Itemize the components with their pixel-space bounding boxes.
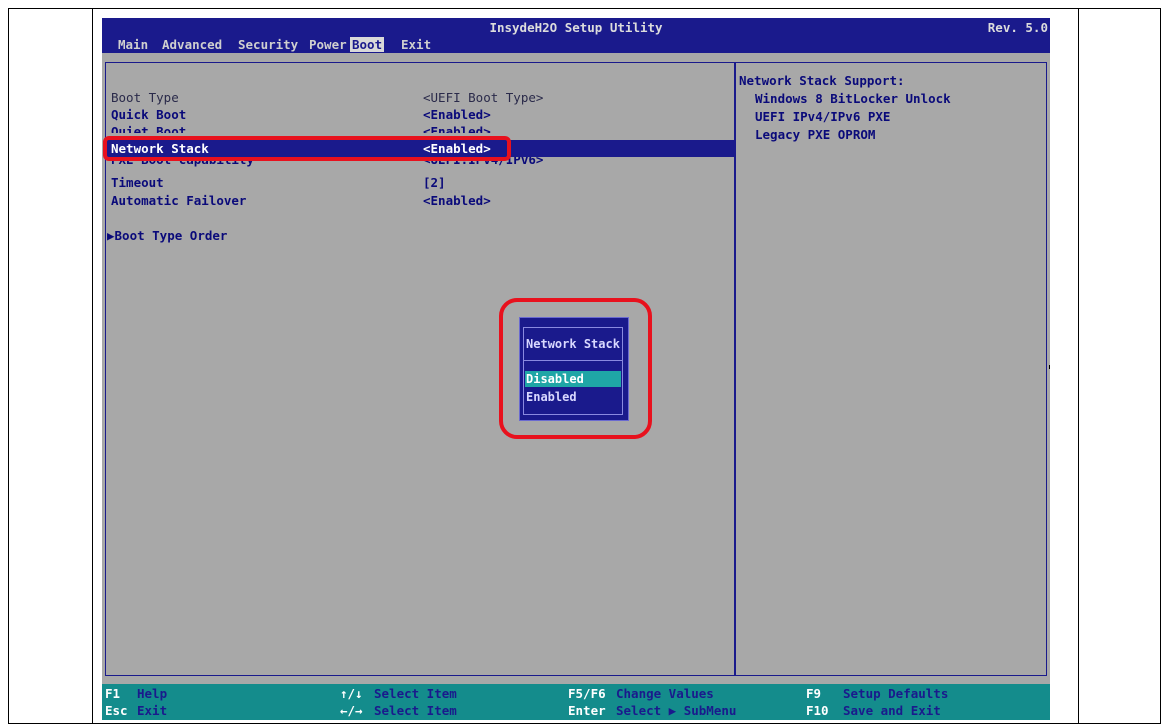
menu-bar: Main Advanced Security Power Boot Exit <box>102 36 1050 53</box>
menu-main[interactable]: Main <box>116 37 150 52</box>
submenu-arrow-icon: ▶ <box>107 228 115 243</box>
menu-power[interactable]: Power <box>307 37 349 52</box>
key-esc-desc: Exit <box>137 703 168 718</box>
key-enter: Enter <box>568 703 606 718</box>
help-line: Legacy PXE OPROM <box>755 127 876 142</box>
key-esc: Esc <box>105 703 128 718</box>
help-title: Network Stack Support: <box>739 73 905 88</box>
key-f1-desc: Help <box>137 686 168 701</box>
frame-divider-right <box>1078 8 1079 724</box>
submenu-boot-type-order[interactable]: ▶Boot Type Order <box>106 227 734 244</box>
menu-boot[interactable]: Boot <box>350 37 385 52</box>
menu-advanced[interactable]: Advanced <box>160 37 224 52</box>
revision-label: Rev. 5.0 <box>987 20 1048 35</box>
help-line: UEFI IPv4/IPv6 PXE <box>755 109 891 124</box>
key-f1: F1 <box>105 686 121 701</box>
key-left-right-desc: Select Item <box>374 703 457 718</box>
highlight-network-stack-row <box>103 136 511 161</box>
app-title: InsydeH2O Setup Utility <box>489 20 663 35</box>
setting-label: Timeout <box>111 175 164 190</box>
setting-row-automatic-failover[interactable]: Automatic Failover <Enabled> <box>106 192 734 209</box>
key-help-footer: F1 Help Esc Exit ↑/↓ Select Item ←/→ Sel… <box>102 684 1050 720</box>
key-up-down: ↑/↓ <box>340 686 363 701</box>
setting-row-timeout[interactable]: Timeout [2] <box>106 174 734 191</box>
setting-row-quiet-boot[interactable]: Quiet Boot <Enabled> <box>106 123 734 133</box>
highlight-popup <box>499 298 652 439</box>
submenu-label-group: ▶Boot Type Order <box>107 228 227 243</box>
setting-value[interactable]: <Enabled> <box>423 124 491 133</box>
title-bar: InsydeH2O Setup Utility Rev. 5.0 <box>102 18 1050 36</box>
setting-value[interactable]: <Enabled> <box>423 107 491 122</box>
key-f9-desc: Setup Defaults <box>843 686 949 701</box>
submenu-label: Boot Type Order <box>114 228 228 243</box>
frame-divider-left <box>92 8 93 724</box>
setting-label: Boot Type <box>111 90 179 105</box>
key-f10-desc: Save and Exit <box>843 703 941 718</box>
key-enter-desc: Select ▶ SubMenu <box>616 703 737 718</box>
setting-row-boot-type: Boot Type <UEFI Boot Type> <box>106 89 734 106</box>
setting-value[interactable]: [2] <box>423 175 446 190</box>
setting-label: Quiet Boot <box>111 124 187 133</box>
key-f5-f6-desc: Change Values <box>616 686 714 701</box>
key-f10: F10 <box>806 703 829 718</box>
setting-row-quick-boot[interactable]: Quick Boot <Enabled> <box>106 106 734 123</box>
setting-value[interactable]: <Enabled> <box>423 193 491 208</box>
key-left-right: ←/→ <box>340 703 363 718</box>
key-f9: F9 <box>806 686 822 701</box>
frame-tick-mark <box>1049 365 1050 369</box>
setting-label: Automatic Failover <box>111 193 247 208</box>
menu-security[interactable]: Security <box>236 37 300 52</box>
help-line: Windows 8 BitLocker Unlock <box>755 91 951 106</box>
setting-value: <UEFI Boot Type> <box>423 90 544 105</box>
help-panel: Network Stack Support: Windows 8 BitLock… <box>735 62 1047 676</box>
setting-label: Quick Boot <box>111 107 187 122</box>
menu-exit[interactable]: Exit <box>399 37 433 52</box>
key-up-down-desc: Select Item <box>374 686 457 701</box>
key-f5-f6: F5/F6 <box>568 686 606 701</box>
